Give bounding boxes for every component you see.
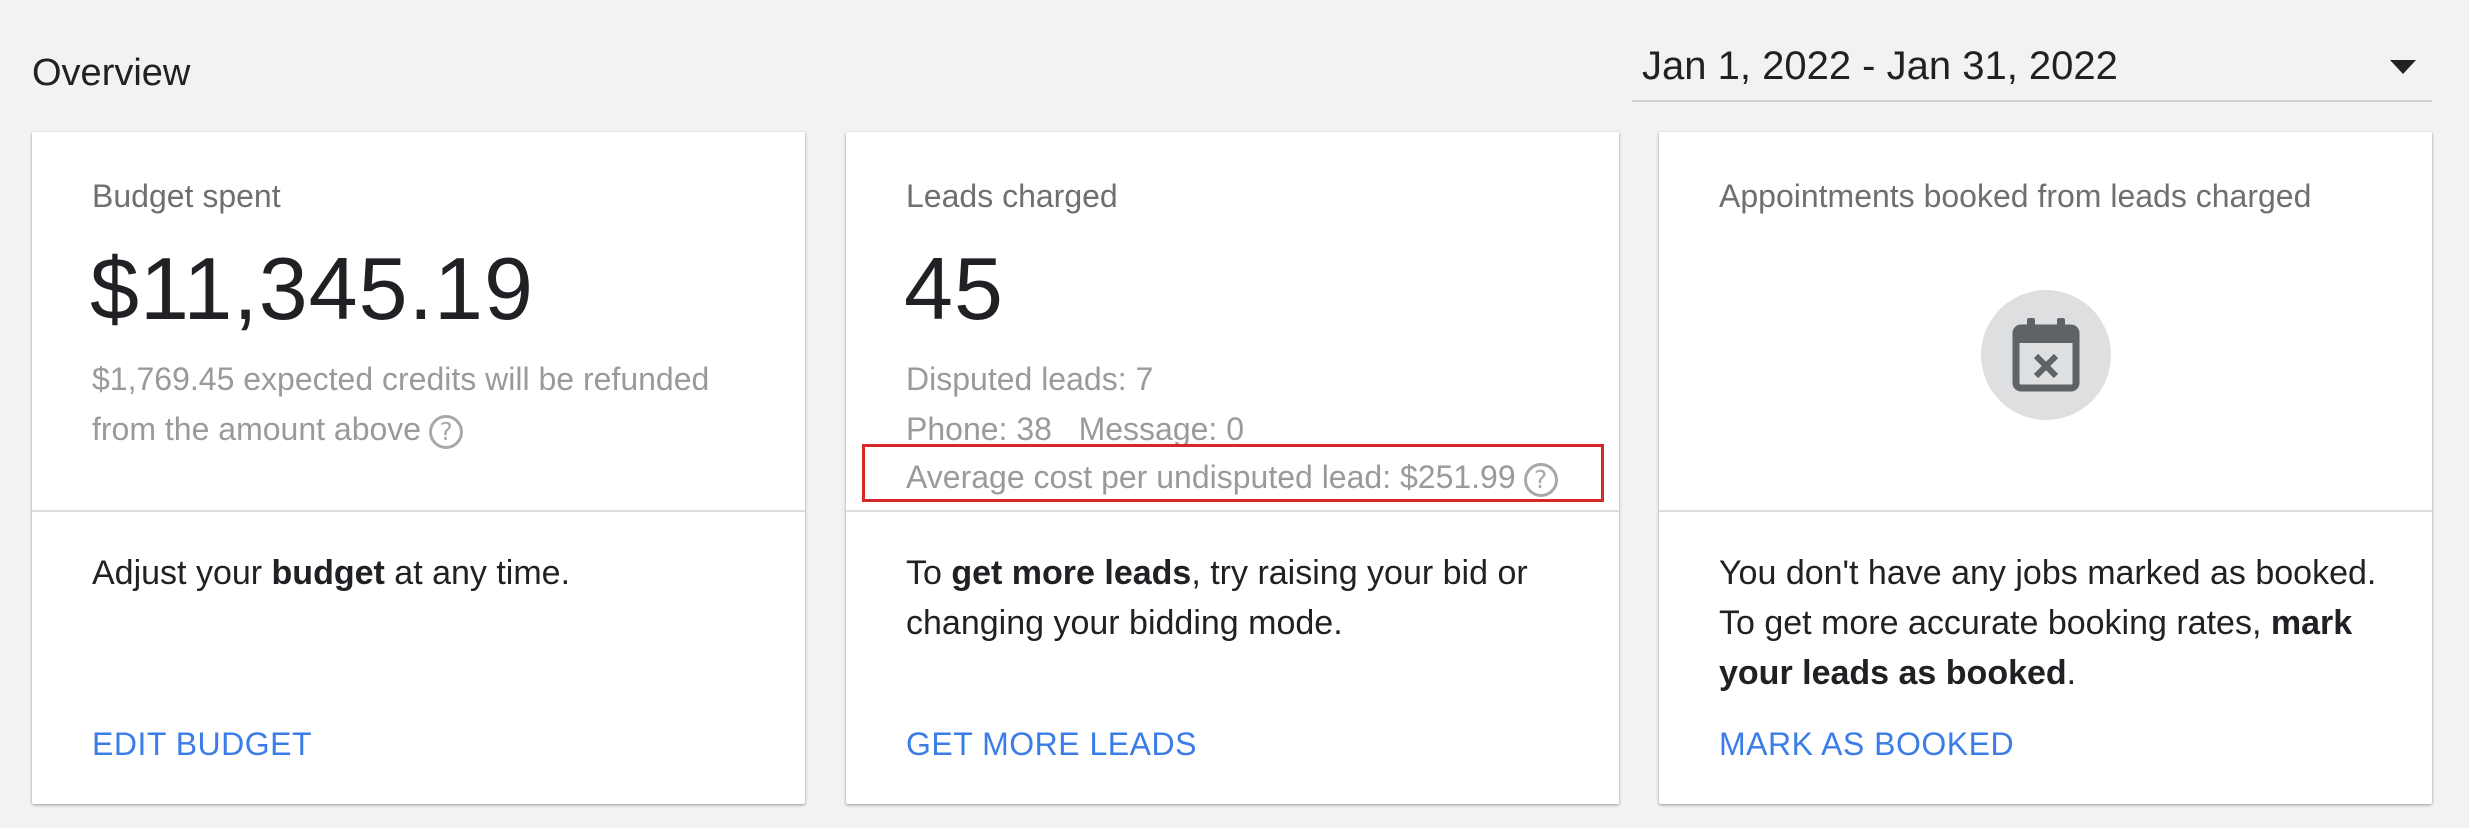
help-icon[interactable]: ?	[429, 414, 464, 449]
get-more-leads-button[interactable]: GET MORE LEADS	[906, 726, 1197, 763]
expected-credits-line-1: $1,769.45 expected credits will be refun…	[92, 361, 710, 397]
date-range-select[interactable]: Jan 1, 2022 - Jan 31, 2022	[1632, 36, 2432, 102]
edit-budget-button[interactable]: EDIT BUDGET	[92, 726, 312, 763]
card-top-section: Leads charged 45 Disputed leads: 7 Phone…	[846, 132, 1619, 512]
date-range-value: Jan 1, 2022 - Jan 31, 2022	[1642, 44, 2118, 88]
budget-description: Adjust your budget at any time.	[92, 548, 752, 598]
desc-bold-text: get more leads	[951, 554, 1192, 592]
leads-description: To get more leads, try raising your bid …	[906, 548, 1566, 648]
leads-charged-card: Leads charged 45 Disputed leads: 7 Phone…	[846, 132, 1619, 804]
highlight-box	[862, 444, 1604, 502]
phone-leads-count: Phone: 38	[906, 411, 1052, 447]
budget-spent-label: Budget spent	[92, 178, 281, 214]
disputed-leads-text: Disputed leads: 7	[906, 361, 1154, 397]
card-top-section: Budget spent $11,345.19 $1,769.45 expect…	[32, 132, 805, 512]
dropdown-arrow-icon[interactable]	[2390, 60, 2416, 74]
desc-text: To	[906, 554, 952, 592]
desc-text: Adjust your	[92, 554, 272, 592]
budget-spent-value: $11,345.19	[90, 239, 534, 338]
leads-charged-value: 45	[904, 239, 1004, 338]
appointments-description: You don't have any jobs marked as booked…	[1719, 548, 2379, 698]
appointments-label: Appointments booked from leads charged	[1719, 178, 2312, 214]
card-top-section: Appointments booked from leads charged	[1659, 132, 2432, 512]
budget-spent-card: Budget spent $11,345.19 $1,769.45 expect…	[32, 132, 805, 804]
desc-text-end: at any time.	[384, 554, 571, 592]
overview-title: Overview	[32, 52, 191, 94]
appointments-card: Appointments booked from leads charged Y…	[1659, 132, 2432, 804]
message-leads-count: Message: 0	[1078, 411, 1244, 447]
desc-text-end: .	[2066, 654, 2077, 692]
calendar-x-icon	[1981, 290, 2111, 420]
leads-charged-label: Leads charged	[906, 178, 1118, 214]
mark-as-booked-button[interactable]: MARK AS BOOKED	[1719, 726, 2014, 763]
expected-credits-text: $1,769.45 expected credits will be refun…	[92, 354, 709, 454]
desc-bold-text: budget	[271, 554, 385, 592]
expected-credits-line-2: from the amount above	[92, 411, 422, 447]
